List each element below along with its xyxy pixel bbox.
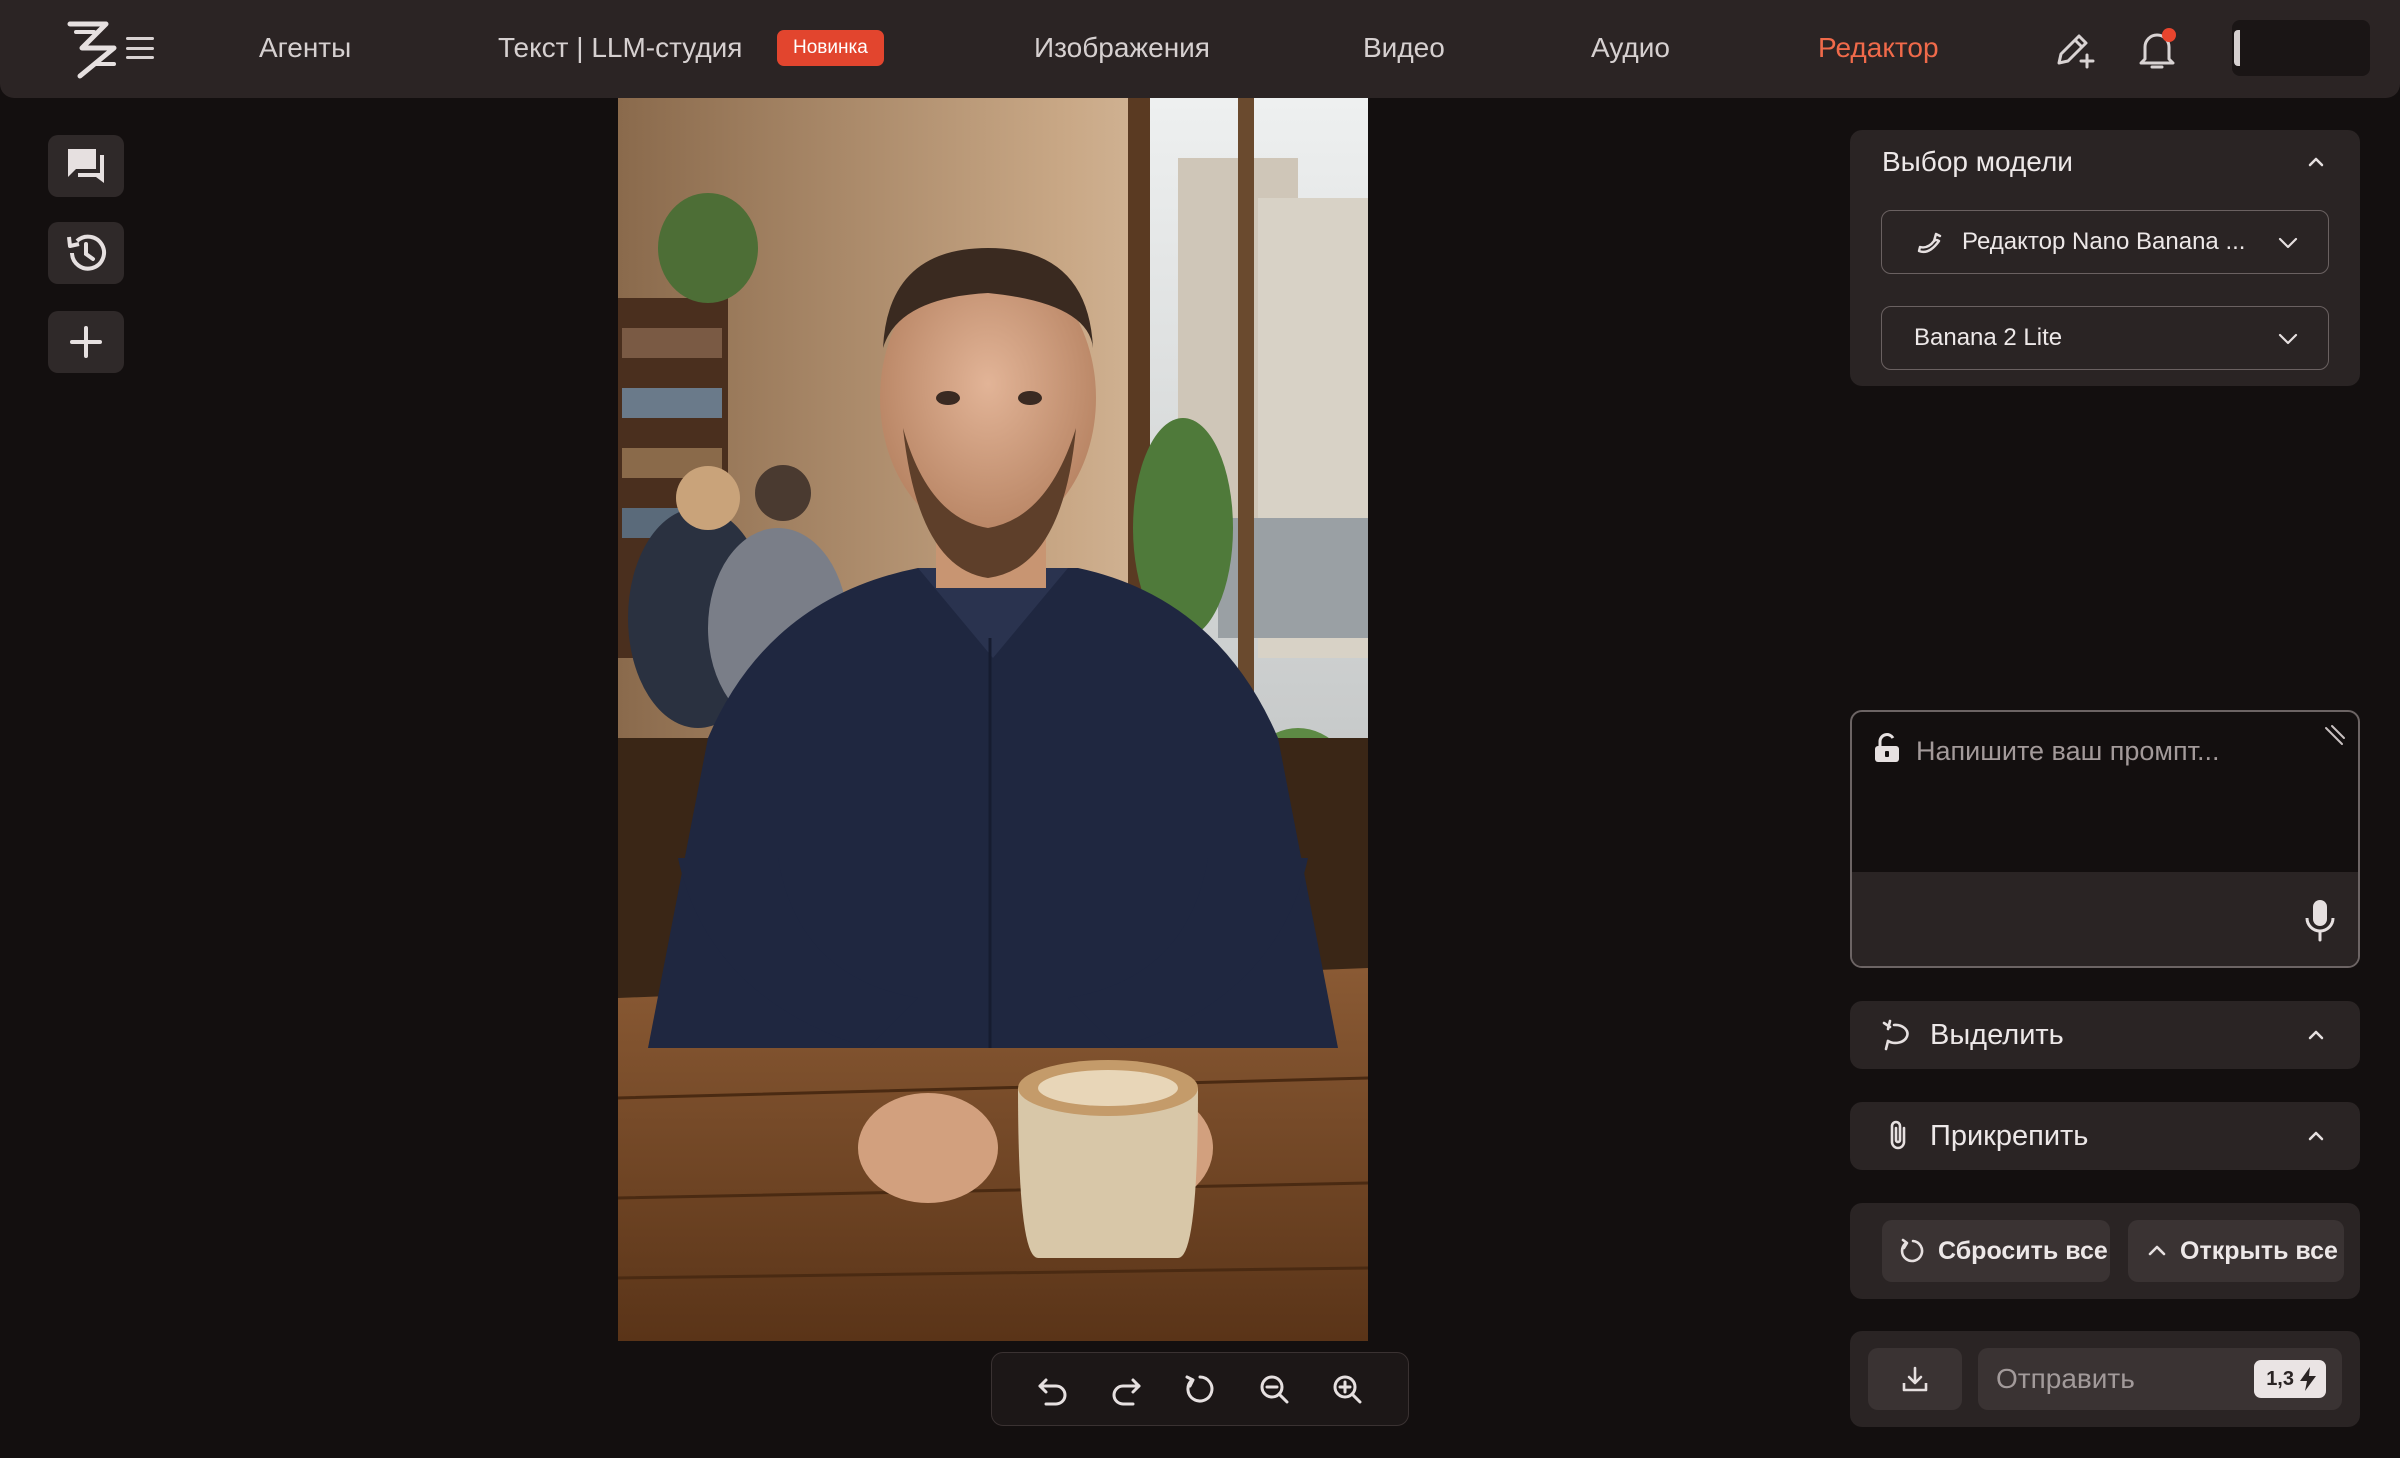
attach-section[interactable]: Прикрепить [1850,1102,2360,1170]
model-selection-panel: Выбор модели Редактор Nano Banana ... Ba… [1850,130,2360,386]
chevron-up-icon [2308,1030,2324,1040]
zoom-out-icon [1260,1375,1289,1404]
history-icon [67,234,106,271]
redo-icon [1112,1378,1141,1406]
chat-icon [68,149,104,183]
top-navbar: Агенты Текст | LLM-студия Новинка Изобра… [0,0,2400,98]
canvas-toolbar [991,1352,1409,1426]
notification-dot [2162,28,2176,42]
cafe-portrait-illustration [618,98,1368,1341]
open-all-button[interactable]: Открыть все [2128,1220,2344,1282]
model-select[interactable]: Редактор Nano Banana ... [1881,210,2329,274]
send-label: Отправить [1996,1363,2135,1394]
editor-canvas-image[interactable] [618,98,1368,1341]
cost-badge: 1,3 [2254,1360,2326,1398]
logo-icon [67,21,117,79]
chevron-up-icon [2148,1245,2166,1256]
actions-panel: Сбросить все Открыть все [1850,1203,2360,1299]
zoom-in-button[interactable] [1321,1363,1373,1415]
nav-agents[interactable]: Агенты [259,30,351,66]
chevron-down-icon [2278,333,2298,345]
lightning-icon [2300,1367,2316,1391]
redo-button[interactable] [1100,1363,1152,1415]
nav-text-llm-studio[interactable]: Текст | LLM-студия [498,30,742,66]
reset-icon [1185,1375,1214,1403]
model-select-value: Редактор Nano Banana ... [1962,228,2246,255]
hamburger-menu-icon[interactable] [126,33,154,63]
select-section-label: Выделить [1930,1019,2064,1051]
model-panel-title: Выбор модели [1882,146,2073,177]
model-version-select[interactable]: Banana 2 Lite [1881,306,2329,370]
history-button[interactable] [48,222,124,284]
send-button[interactable]: Отправить 1,3 [1978,1348,2342,1410]
pencil-sparkle-icon [2057,34,2095,69]
send-panel: Отправить 1,3 [1850,1331,2360,1427]
nav-video[interactable]: Видео [1363,30,1445,66]
edit-button[interactable] [2048,24,2098,74]
lasso-select-icon [1882,1019,1909,1051]
chevron-up-icon [2308,1131,2324,1141]
nav-editor[interactable]: Редактор [1818,30,1939,66]
reset-all-button[interactable]: Сбросить все [1882,1220,2110,1282]
chevron-down-icon [2278,237,2298,249]
select-section[interactable]: Выделить [1850,1001,2360,1069]
undo-button[interactable] [1027,1363,1079,1415]
new-project-button[interactable] [48,311,124,373]
logo[interactable] [58,14,128,84]
new-badge: Новинка [777,30,884,66]
reset-icon [1900,1238,1924,1263]
prompt-input[interactable] [1852,712,2358,872]
zoom-out-button[interactable] [1248,1363,1300,1415]
download-button[interactable] [1868,1348,1962,1410]
model-version-value: Banana 2 Lite [1914,324,2063,351]
microphone-icon[interactable] [2304,898,2336,942]
nav-images[interactable]: Изображения [1034,30,1210,66]
profile-menu[interactable] [2232,20,2370,76]
plus-icon [70,326,102,358]
reset-view-button[interactable] [1174,1363,1226,1415]
notifications-button[interactable] [2132,24,2182,74]
paperclip-icon [1890,1120,1906,1150]
nav-audio[interactable]: Аудио [1591,30,1670,66]
undo-icon [1038,1378,1067,1406]
banana-icon [1917,232,1942,254]
chat-button[interactable] [48,135,124,197]
cost-value: 1,3 [2266,1367,2294,1390]
reset-all-label: Сбросить все [1938,1236,2108,1265]
download-icon [1902,1366,1928,1392]
open-all-label: Открыть все [2180,1236,2338,1265]
prompt-footer [1852,872,2358,966]
zoom-in-icon [1333,1375,1362,1404]
chevron-up-icon[interactable] [2306,152,2326,172]
prompt-box [1850,710,2360,968]
attach-section-label: Прикрепить [1930,1120,2089,1152]
resize-handle-icon[interactable] [2324,724,2346,746]
